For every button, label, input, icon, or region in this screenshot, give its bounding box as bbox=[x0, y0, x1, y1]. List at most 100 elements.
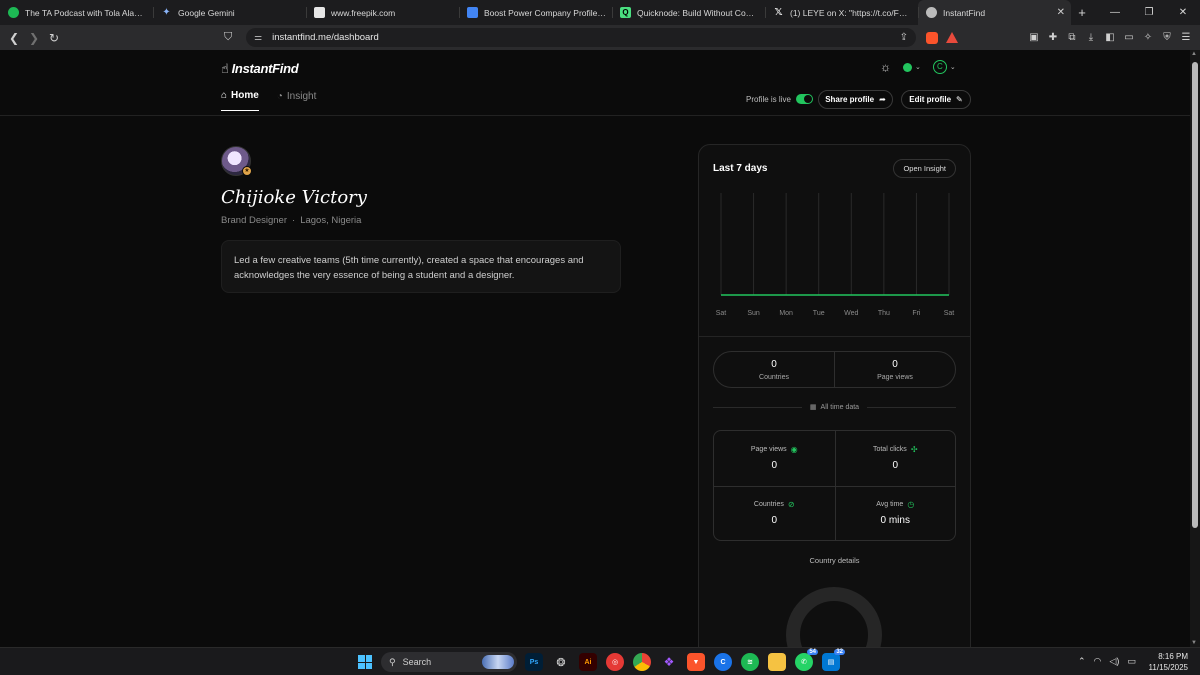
figma-icon[interactable]: ❖ bbox=[660, 653, 678, 671]
eye-icon: ◉ bbox=[790, 445, 798, 455]
x-icon: 𝕏 bbox=[774, 7, 783, 18]
photoshop-icon[interactable]: Ps bbox=[525, 653, 543, 671]
country-donut-chart bbox=[786, 587, 882, 647]
browser-tab[interactable]: Q Quicknode: Build Without Comprom bbox=[612, 0, 765, 25]
site-settings-icon[interactable]: ⚌ bbox=[254, 32, 262, 43]
windows-start-icon[interactable] bbox=[358, 655, 372, 669]
chevron-up-icon[interactable]: ⌃ bbox=[1078, 656, 1086, 667]
battery-icon[interactable]: ▭ bbox=[1127, 656, 1136, 667]
profile-meta: Brand Designer · Lagos, Nigeria bbox=[221, 215, 361, 226]
profile-role: Brand Designer bbox=[221, 215, 288, 226]
browser-tab[interactable]: The TA Podcast with Tola Alabi | Podc bbox=[0, 0, 153, 25]
account-dropdown[interactable]: C ⌄ bbox=[932, 60, 956, 74]
address-bar[interactable]: ⚌ instantfind.me/dashboard ⇪ bbox=[246, 28, 916, 47]
forward-icon[interactable]: ❯ bbox=[24, 31, 44, 45]
profile-live-toggle[interactable] bbox=[795, 94, 813, 104]
page-icon bbox=[314, 7, 325, 18]
browser-tab[interactable]: Boost Power Company Profile conte bbox=[459, 0, 612, 25]
taskbar-search[interactable]: ⚲ Search bbox=[381, 652, 517, 672]
scroll-down-icon[interactable]: ▼ bbox=[1191, 640, 1197, 646]
stat-countries: Countries ⊘ 0 bbox=[714, 485, 835, 541]
scrollbar-thumb[interactable] bbox=[1192, 62, 1198, 528]
share-page-icon[interactable]: ⇪ bbox=[900, 32, 908, 43]
profile-live-status: Profile is live bbox=[746, 94, 813, 104]
file-explorer-icon[interactable] bbox=[768, 653, 786, 671]
brave-rewards-icon[interactable] bbox=[946, 32, 958, 43]
stat-total-clicks: Total clicks ✣ 0 bbox=[834, 431, 956, 486]
windows-taskbar: ⚲ Search Ps ❂ Ai ◎ ❖ ▼ C ≋ ✆ 54 ▤ 32 ⌃ ◠ ◁… bbox=[0, 647, 1200, 675]
pageviews-count: 0 bbox=[892, 358, 898, 370]
chatgpt-icon[interactable]: ❂ bbox=[552, 653, 570, 671]
x-tick-label: Mon bbox=[779, 310, 793, 317]
divider bbox=[699, 336, 970, 337]
browser-tab[interactable]: 𝕏 (1) LEYE on X: "https://t.co/Fel2liZMB bbox=[765, 0, 918, 25]
taskbar-apps: Ps ❂ Ai ◎ ❖ ▼ C ≋ ✆ 54 ▤ 32 bbox=[525, 649, 845, 671]
summary-stats: 0 Countries 0 Page views bbox=[713, 351, 956, 388]
main-tabs: ⌂ Home ◔ Insight bbox=[221, 90, 316, 111]
chevron-down-icon: ⌄ bbox=[949, 64, 956, 71]
share-profile-button[interactable]: Share profile ➦ bbox=[818, 90, 893, 109]
back-icon[interactable]: ❮ bbox=[4, 31, 24, 45]
browser-tab-active[interactable]: InstantFind ✕ bbox=[918, 0, 1071, 25]
clock-date: 11/15/2025 bbox=[1148, 663, 1188, 672]
taskbar-clock[interactable]: 8:16 PM 11/15/2025 bbox=[1149, 651, 1188, 673]
browser-tab[interactable]: ✦ Google Gemini bbox=[153, 0, 306, 25]
wallet-icon[interactable]: ▣ bbox=[1028, 32, 1040, 43]
status-dropdown[interactable]: ⌄ bbox=[903, 62, 921, 72]
reload-icon[interactable]: ↻ bbox=[44, 31, 64, 45]
whatsapp-icon[interactable]: ✆ 54 bbox=[795, 649, 818, 671]
hand-logo-icon: ☝ bbox=[221, 61, 229, 76]
x-tick-label: Sat bbox=[944, 310, 955, 317]
new-tab-button[interactable]: + bbox=[1071, 5, 1093, 20]
vpn-icon[interactable]: ⛨ bbox=[1161, 32, 1173, 43]
teams-icon[interactable]: ▤ 32 bbox=[822, 649, 845, 671]
tab-insight[interactable]: ◔ Insight bbox=[277, 90, 317, 111]
page-scrollbar[interactable]: ▲ ▼ bbox=[1190, 50, 1200, 647]
volume-icon[interactable]: ◁) bbox=[1109, 656, 1119, 667]
leo-ai-icon[interactable]: ✧ bbox=[1142, 32, 1154, 43]
tab-title: www.freepik.com bbox=[331, 7, 396, 18]
restore-icon[interactable]: ❐ bbox=[1132, 7, 1166, 18]
separator-dot: · bbox=[292, 215, 296, 226]
stat-avg-time: Avg time ◷ 0 mins bbox=[834, 485, 955, 540]
bookmark-icon[interactable]: ⛉ bbox=[224, 31, 240, 44]
weekly-chart: Sat Sun Mon Tue Wed Thu Fri Sat bbox=[716, 193, 955, 317]
extensions-icon[interactable]: ✚ bbox=[1047, 32, 1059, 43]
chrome-icon[interactable] bbox=[633, 653, 651, 671]
site-logo[interactable]: ☝ InstantFind bbox=[221, 61, 299, 77]
theme-toggle-icon[interactable]: ☼ bbox=[880, 60, 891, 74]
illustrator-icon[interactable]: Ai bbox=[579, 653, 597, 671]
minimize-icon[interactable]: — bbox=[1098, 7, 1132, 18]
x-tick-label: Wed bbox=[844, 310, 858, 317]
download-icon[interactable]: ⤓ bbox=[1085, 32, 1097, 43]
calendar-icon: ▦ bbox=[809, 404, 817, 411]
canva-icon[interactable]: C bbox=[714, 653, 732, 671]
countries-label: Countries bbox=[759, 373, 789, 381]
wallet-card-icon[interactable]: ▭ bbox=[1123, 32, 1135, 43]
profile-location: Lagos, Nigeria bbox=[300, 215, 362, 226]
browser-tab[interactable]: www.freepik.com bbox=[306, 0, 459, 25]
recorder-icon[interactable]: ◎ bbox=[606, 653, 624, 671]
x-tick-label: Sat bbox=[716, 310, 727, 317]
menu-icon[interactable]: ☰ bbox=[1180, 32, 1192, 43]
click-icon: ✣ bbox=[910, 445, 918, 455]
countries-count: 0 bbox=[771, 358, 777, 370]
brave-icon[interactable]: ▼ bbox=[687, 653, 705, 671]
url-text: instantfind.me/dashboard bbox=[272, 32, 379, 43]
brave-shields-icon[interactable] bbox=[926, 31, 938, 44]
search-highlight-image bbox=[482, 655, 514, 669]
close-window-icon[interactable]: ✕ bbox=[1166, 7, 1200, 18]
wifi-icon[interactable]: ◠ bbox=[1094, 656, 1102, 667]
open-insight-button[interactable]: Open Insight bbox=[893, 159, 956, 178]
close-tab-icon[interactable]: ✕ bbox=[1057, 7, 1065, 18]
chevron-down-icon: ⌄ bbox=[915, 64, 921, 71]
sidebar-icon[interactable]: ◧ bbox=[1104, 32, 1116, 43]
pageviews-label: Page views bbox=[877, 373, 913, 381]
tab-home[interactable]: ⌂ Home bbox=[221, 90, 259, 111]
profile-name: Chijioke Victory bbox=[221, 187, 367, 208]
tab-title: Boost Power Company Profile conte bbox=[484, 7, 606, 18]
scroll-up-icon[interactable]: ▲ bbox=[1191, 51, 1197, 57]
screenshot-icon[interactable]: ⧉ bbox=[1066, 32, 1078, 43]
spotify-icon[interactable]: ≋ bbox=[741, 653, 759, 671]
edit-profile-button[interactable]: Edit profile ✎ bbox=[901, 90, 971, 109]
